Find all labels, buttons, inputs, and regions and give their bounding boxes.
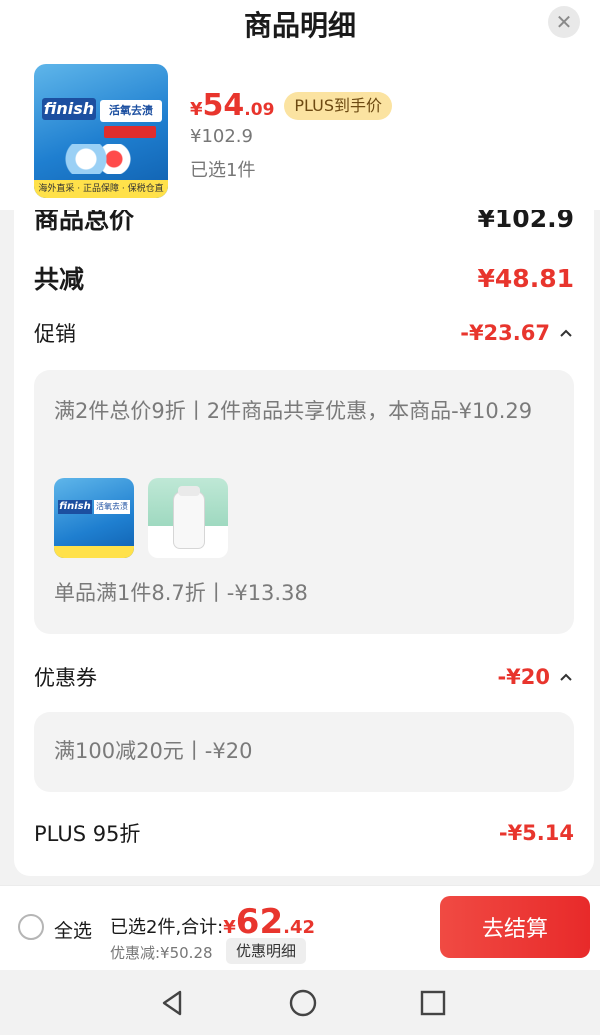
promotion-line-1: 满2件总价9折丨2件商品共享优惠，本商品-¥10.29 bbox=[54, 399, 533, 423]
promo-thumb-1-brand: finish bbox=[58, 500, 92, 514]
total-integer: 62 bbox=[235, 902, 284, 942]
select-all-checkbox[interactable] bbox=[18, 914, 44, 940]
price-currency: ¥ bbox=[190, 99, 203, 120]
reduced-value: ¥48.81 bbox=[477, 263, 574, 293]
product-image-tablets bbox=[54, 144, 134, 174]
ponds-bottle-shape bbox=[174, 492, 204, 548]
chevron-up-icon bbox=[560, 329, 572, 337]
plus-price-badge: PLUS到手价 bbox=[284, 91, 393, 120]
promotion-detail-box: 满2件总价9折丨2件商品共享优惠，本商品-¥10.29 finish 活氧去渍 … bbox=[34, 370, 574, 634]
product-image-strip: 海外直采 · 正品保障 · 保税仓直发 bbox=[34, 180, 168, 198]
promo-product-thumb-2[interactable] bbox=[148, 478, 228, 558]
product-image-redtag bbox=[104, 126, 156, 138]
coupon-detail-box: 满100减20元丨-¥20 bbox=[34, 712, 574, 792]
original-price: ¥102.9 bbox=[190, 126, 253, 147]
promotion-label: 促销 bbox=[34, 322, 76, 346]
promotion-line-2: 单品满1件8.7折丨-¥13.38 bbox=[54, 581, 308, 605]
total-summary-label: 已选2件,合计: bbox=[110, 917, 224, 938]
recents-square-icon[interactable] bbox=[418, 988, 448, 1018]
chevron-up-icon bbox=[560, 673, 572, 681]
reduced-label: 共减 bbox=[34, 265, 85, 294]
total-decimal: .42 bbox=[283, 917, 315, 938]
plus-label: PLUS 95折 bbox=[34, 822, 141, 846]
ponds-cap-shape bbox=[178, 486, 200, 496]
plus-row: PLUS 95折 -¥5.14 bbox=[34, 818, 574, 848]
product-price: ¥ 54 .09 PLUS到手价 bbox=[190, 88, 393, 123]
promotion-row[interactable]: 促销 -¥23.67 bbox=[34, 318, 574, 348]
product-image[interactable]: finish 活氧去渍 海外直采 · 正品保障 · 保税仓直发 bbox=[34, 64, 168, 198]
back-triangle-icon[interactable] bbox=[158, 988, 188, 1018]
plus-value: -¥5.14 bbox=[498, 821, 574, 845]
coupon-label: 优惠券 bbox=[34, 666, 97, 690]
promotion-value-wrap: -¥23.67 bbox=[460, 321, 574, 345]
coupon-value-wrap: -¥20 bbox=[497, 665, 574, 689]
total-currency: ¥ bbox=[223, 917, 236, 938]
promo-product-thumb-1[interactable]: finish 活氧去渍 bbox=[54, 478, 134, 558]
product-image-tag: 活氧去渍 bbox=[100, 100, 162, 122]
reduced-row: 共减 ¥48.81 bbox=[34, 260, 574, 296]
coupon-row[interactable]: 优惠券 -¥20 bbox=[34, 662, 574, 692]
close-button[interactable]: ✕ bbox=[548, 6, 580, 38]
checkout-button[interactable]: 去结算 bbox=[440, 896, 590, 958]
promo-thumb-1-strip bbox=[54, 546, 134, 558]
checkout-bar: 全选 已选2件,合计: ¥ 62 .42 优惠减:¥50.28 优惠明细 去结算 bbox=[0, 885, 600, 970]
sheet-header: 商品明细 ✕ finish 活氧去渍 海外直采 · 正品保障 · 保税仓直发 ¥… bbox=[0, 0, 600, 210]
promo-thumb-1-tag: 活氧去渍 bbox=[94, 500, 130, 514]
discount-summary: 优惠减:¥50.28 bbox=[110, 944, 213, 962]
close-icon: ✕ bbox=[555, 10, 573, 34]
coupon-value: -¥20 bbox=[497, 665, 550, 689]
price-decimal: .09 bbox=[244, 100, 275, 120]
price-integer: 54 bbox=[202, 88, 245, 123]
detail-sheet: 商品明细 ✕ finish 活氧去渍 海外直采 · 正品保障 · 保税仓直发 ¥… bbox=[0, 0, 600, 885]
system-nav-bar bbox=[0, 970, 600, 1035]
total-summary: 已选2件,合计: ¥ 62 .42 bbox=[110, 902, 315, 942]
home-circle-icon[interactable] bbox=[288, 988, 318, 1018]
sheet-title: 商品明细 bbox=[243, 9, 356, 42]
coupon-line: 满100减20元丨-¥20 bbox=[54, 739, 253, 763]
product-image-brand: finish bbox=[42, 98, 96, 120]
select-all-label[interactable]: 全选 bbox=[54, 916, 92, 943]
promotion-value: -¥23.67 bbox=[460, 321, 550, 345]
price-breakdown-card: 商品总价 ¥102.9 共减 ¥48.81 促销 -¥23.67 满2件总价9折… bbox=[14, 190, 594, 876]
selected-count: 已选1件 bbox=[190, 160, 256, 181]
discount-detail-button[interactable]: 优惠明细 bbox=[226, 938, 307, 964]
